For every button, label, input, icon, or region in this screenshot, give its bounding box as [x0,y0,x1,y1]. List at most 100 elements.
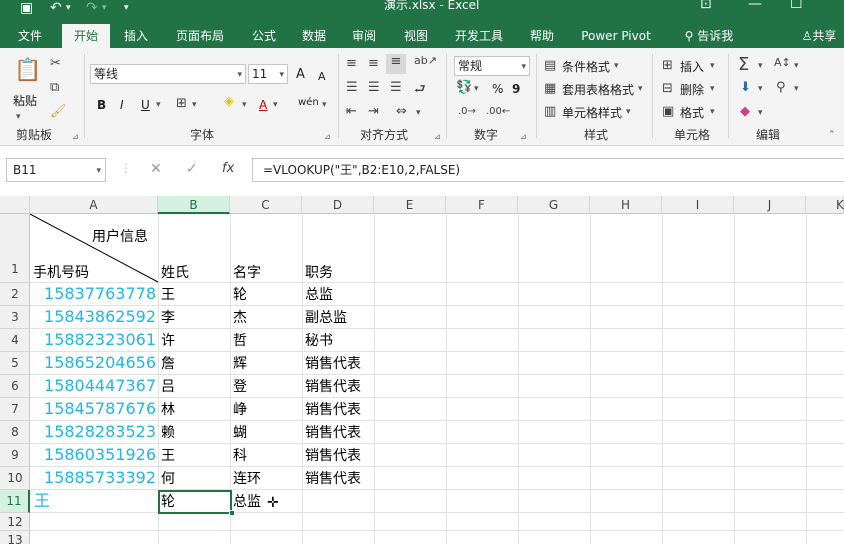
fill-color-icon[interactable]: ◈ [224,94,234,109]
cancel-icon[interactable]: ✕ [150,161,162,177]
row-header-12[interactable]: 12 [0,513,30,531]
row-header-13[interactable]: 13 [0,531,30,544]
maximize-icon[interactable]: ☐ [790,0,803,12]
minimize-icon[interactable]: — [748,0,762,12]
increase-decimal-icon[interactable]: .0→ [458,106,476,117]
decrease-decimal-icon[interactable]: .00← [486,106,510,117]
save-icon[interactable]: ▣ [20,0,33,18]
conditional-formatting-icon[interactable]: ▤ [544,58,556,73]
align-left-icon[interactable]: ☰ [346,80,358,95]
paste-icon[interactable]: 📋 [14,58,41,83]
font-launcher-icon[interactable]: ⊿ [324,132,331,141]
tab-review[interactable]: 审阅 [342,24,386,48]
shrink-font-button[interactable]: A [318,70,326,84]
increase-indent-icon[interactable]: ⇥ [368,104,379,119]
undo-icon[interactable]: ↶ [50,0,62,18]
autosum-dropdown-icon[interactable]: ▾ [758,61,763,71]
borders-dropdown-icon[interactable]: ▾ [192,100,197,110]
column-header-h[interactable]: H [590,196,662,214]
merge-dropdown-icon[interactable]: ▾ [416,108,421,118]
grow-font-button[interactable]: A [296,68,305,82]
cell-styles-icon[interactable]: ▥ [544,104,556,119]
tab-power-pivot[interactable]: Power Pivot [574,24,658,48]
row-header-7[interactable]: 7 [0,398,30,421]
paste-dropdown-icon[interactable]: ▾ [16,110,21,124]
chevron-down-icon[interactable]: ▾ [638,84,643,94]
format-cells-icon[interactable]: ▣ [662,104,674,119]
insert-function-button[interactable]: fx [222,161,234,176]
collapse-ribbon-icon[interactable]: ⌃ [828,130,836,140]
number-launcher-icon[interactable]: ⊿ [520,132,527,141]
font-size-select[interactable]: 11 ▾ [248,64,288,84]
phonetic-dropdown-icon[interactable]: ▾ [322,100,327,110]
align-middle-icon[interactable]: ≡ [368,56,379,71]
insert-cells-button[interactable]: 插入 [680,60,704,74]
phonetic-button[interactable]: wén [298,96,319,110]
column-header-k[interactable]: K [806,196,844,214]
row-header-10[interactable]: 10 [0,467,30,490]
orientation-icon[interactable]: ab↗ [414,54,437,67]
column-header-c[interactable]: C [230,196,302,214]
chevron-down-icon[interactable]: ▾ [710,84,715,94]
paste-button[interactable]: 粘贴 [13,94,37,108]
copy-icon[interactable]: ⧉ [50,80,59,95]
insert-cells-icon[interactable]: ⊞ [662,58,673,73]
column-header-i[interactable]: I [662,196,734,214]
alignment-launcher-icon[interactable]: ⊿ [434,132,441,141]
chevron-down-icon[interactable]: ▾ [626,107,631,117]
name-box[interactable]: B11 ▾ [6,158,106,182]
font-color-dropdown-icon[interactable]: ▾ [273,100,278,110]
font-color-button[interactable]: A [259,98,267,112]
share-button[interactable]: ♙共享 [794,24,844,48]
row-header-5[interactable]: 5 [0,352,30,375]
number-format-select[interactable]: 常规 ▾ [454,56,530,76]
column-header-f[interactable]: F [446,196,518,214]
customize-quick-access-icon[interactable]: ▾ [124,0,129,18]
undo-dropdown-icon[interactable]: ▾ [66,0,71,18]
column-header-d[interactable]: D [302,196,374,214]
align-top-icon[interactable]: ≡ [346,56,357,71]
delete-cells-icon[interactable]: ⊟ [662,81,673,96]
fill-dropdown-icon[interactable]: ▾ [758,84,763,94]
percent-button[interactable]: % [492,82,503,96]
clear-dropdown-icon[interactable]: ▾ [758,108,763,118]
clipboard-launcher-icon[interactable]: ⊿ [72,132,79,141]
column-header-b[interactable]: B [158,196,230,214]
select-all-corner[interactable] [0,196,30,214]
bold-button[interactable]: B [97,98,106,112]
tab-data[interactable]: 数据 [292,24,336,48]
autosum-icon[interactable]: Σ [738,54,749,75]
tab-insert[interactable]: 插入 [114,24,158,48]
formula-input[interactable]: =VLOOKUP("王",B2:E10,2,FALSE) [252,158,844,182]
column-header-a[interactable]: A [30,196,158,214]
cut-icon[interactable]: ✂ [50,56,61,71]
active-cell-selection[interactable] [158,490,232,514]
conditional-formatting-button[interactable]: 条件格式 [562,60,610,74]
currency-icon[interactable]: 💱 [456,80,472,95]
column-header-j[interactable]: J [734,196,806,214]
delete-cells-button[interactable]: 删除 [680,83,704,97]
merge-center-icon[interactable]: ⇔ [396,104,407,119]
chevron-down-icon[interactable]: ▾ [710,107,715,117]
enter-icon[interactable]: ✓ [186,161,198,177]
sort-dropdown-icon[interactable]: ▾ [794,61,799,71]
chevron-down-icon[interactable]: ▾ [710,61,715,71]
fill-icon[interactable]: ⬇ [740,80,751,95]
italic-button[interactable]: I [120,98,124,112]
underline-button[interactable]: U [141,98,150,112]
tab-help[interactable]: 帮助 [520,24,564,48]
currency-dropdown-icon[interactable]: ▾ [474,84,479,94]
borders-icon[interactable]: ⊞ [176,96,187,111]
format-as-table-icon[interactable]: ▦ [544,81,556,96]
redo-icon[interactable]: ↷ [86,0,98,18]
clear-icon[interactable]: ◆ [740,104,750,119]
find-select-icon[interactable]: ⚲ [776,80,786,95]
tab-formulas[interactable]: 公式 [242,24,286,48]
tab-home[interactable]: 开始 [62,24,110,48]
tab-view[interactable]: 视图 [394,24,438,48]
tell-me-search[interactable]: ⚲ 告诉我 [674,24,744,48]
redo-dropdown-icon[interactable]: ▾ [102,0,107,18]
row-header-2[interactable]: 2 [0,283,30,306]
row-header-4[interactable]: 4 [0,329,30,352]
sort-filter-icon[interactable]: A↕ [774,56,791,69]
